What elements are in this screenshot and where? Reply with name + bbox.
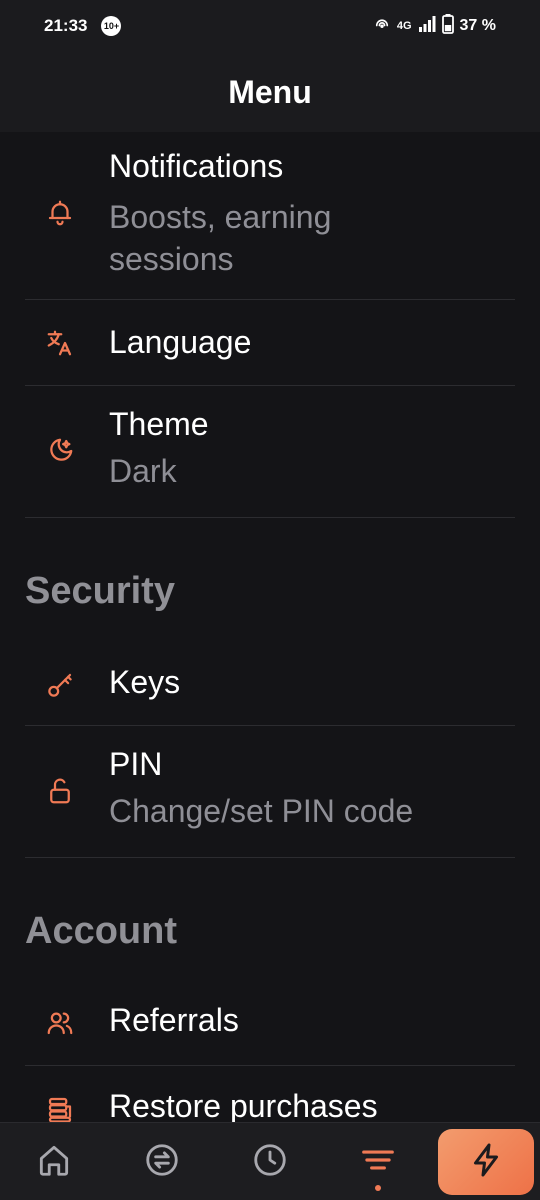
signal-icon (418, 15, 436, 37)
menu-item-keys[interactable]: Keys (25, 640, 515, 726)
menu-item-restore-purchases[interactable]: Restore purchases (25, 1066, 515, 1122)
notification-count-badge: 10+ (101, 16, 122, 36)
exchange-icon (143, 1141, 181, 1184)
menu-list: Notifications Boosts, earning sessions L… (0, 132, 540, 1122)
home-icon (35, 1141, 73, 1184)
menu-item-title: Referrals (109, 1002, 239, 1038)
menu-item-title: Language (109, 324, 252, 360)
unlock-icon (45, 776, 75, 806)
menu-item-notifications[interactable]: Notifications Boosts, earning sessions (25, 132, 515, 300)
moon-icon (45, 436, 75, 466)
nav-history[interactable] (235, 1123, 305, 1200)
menu-item-pin[interactable]: PIN Change/set PIN code (25, 726, 515, 858)
clock-icon (251, 1141, 289, 1184)
section-heading-security: Security (25, 570, 175, 612)
bell-icon (45, 198, 75, 228)
hotspot-icon (373, 15, 391, 38)
key-icon (45, 670, 75, 700)
section-heading-account: Account (25, 910, 177, 952)
battery-percent: 37 % (459, 17, 496, 34)
active-indicator-dot (375, 1185, 381, 1191)
status-time: 21:33 (44, 16, 88, 35)
menu-item-subtitle: Boosts, earning sessions (109, 199, 332, 277)
nav-exchange[interactable] (127, 1123, 197, 1200)
menu-item-title: Theme (109, 406, 209, 442)
menu-item-title: Keys (109, 664, 181, 700)
menu-item-language[interactable]: Language (25, 300, 515, 386)
menu-item-subtitle: Change/set PIN code (109, 793, 414, 829)
menu-item-subtitle: Dark (109, 453, 177, 489)
menu-item-title: PIN (109, 746, 163, 782)
status-bar: 21:33 10+ 4G 37 % (0, 0, 540, 52)
lightning-icon (468, 1142, 504, 1183)
users-icon (45, 1008, 75, 1038)
app-bar: Menu (0, 52, 540, 132)
translate-icon (45, 328, 75, 358)
nav-menu[interactable] (343, 1123, 413, 1200)
battery-icon (441, 13, 454, 39)
nav-home[interactable] (19, 1123, 89, 1200)
bottom-navigation (0, 1122, 540, 1200)
menu-item-title: Restore purchases (109, 1088, 378, 1122)
coins-icon (45, 1094, 75, 1122)
menu-item-title: Notifications (109, 148, 284, 184)
menu-icon (359, 1141, 397, 1184)
network-type: 4G (396, 20, 412, 32)
boost-button[interactable] (438, 1129, 534, 1195)
menu-item-theme[interactable]: Theme Dark (25, 386, 515, 518)
menu-item-referrals[interactable]: Referrals (25, 980, 515, 1066)
page-title: Menu (228, 73, 312, 110)
